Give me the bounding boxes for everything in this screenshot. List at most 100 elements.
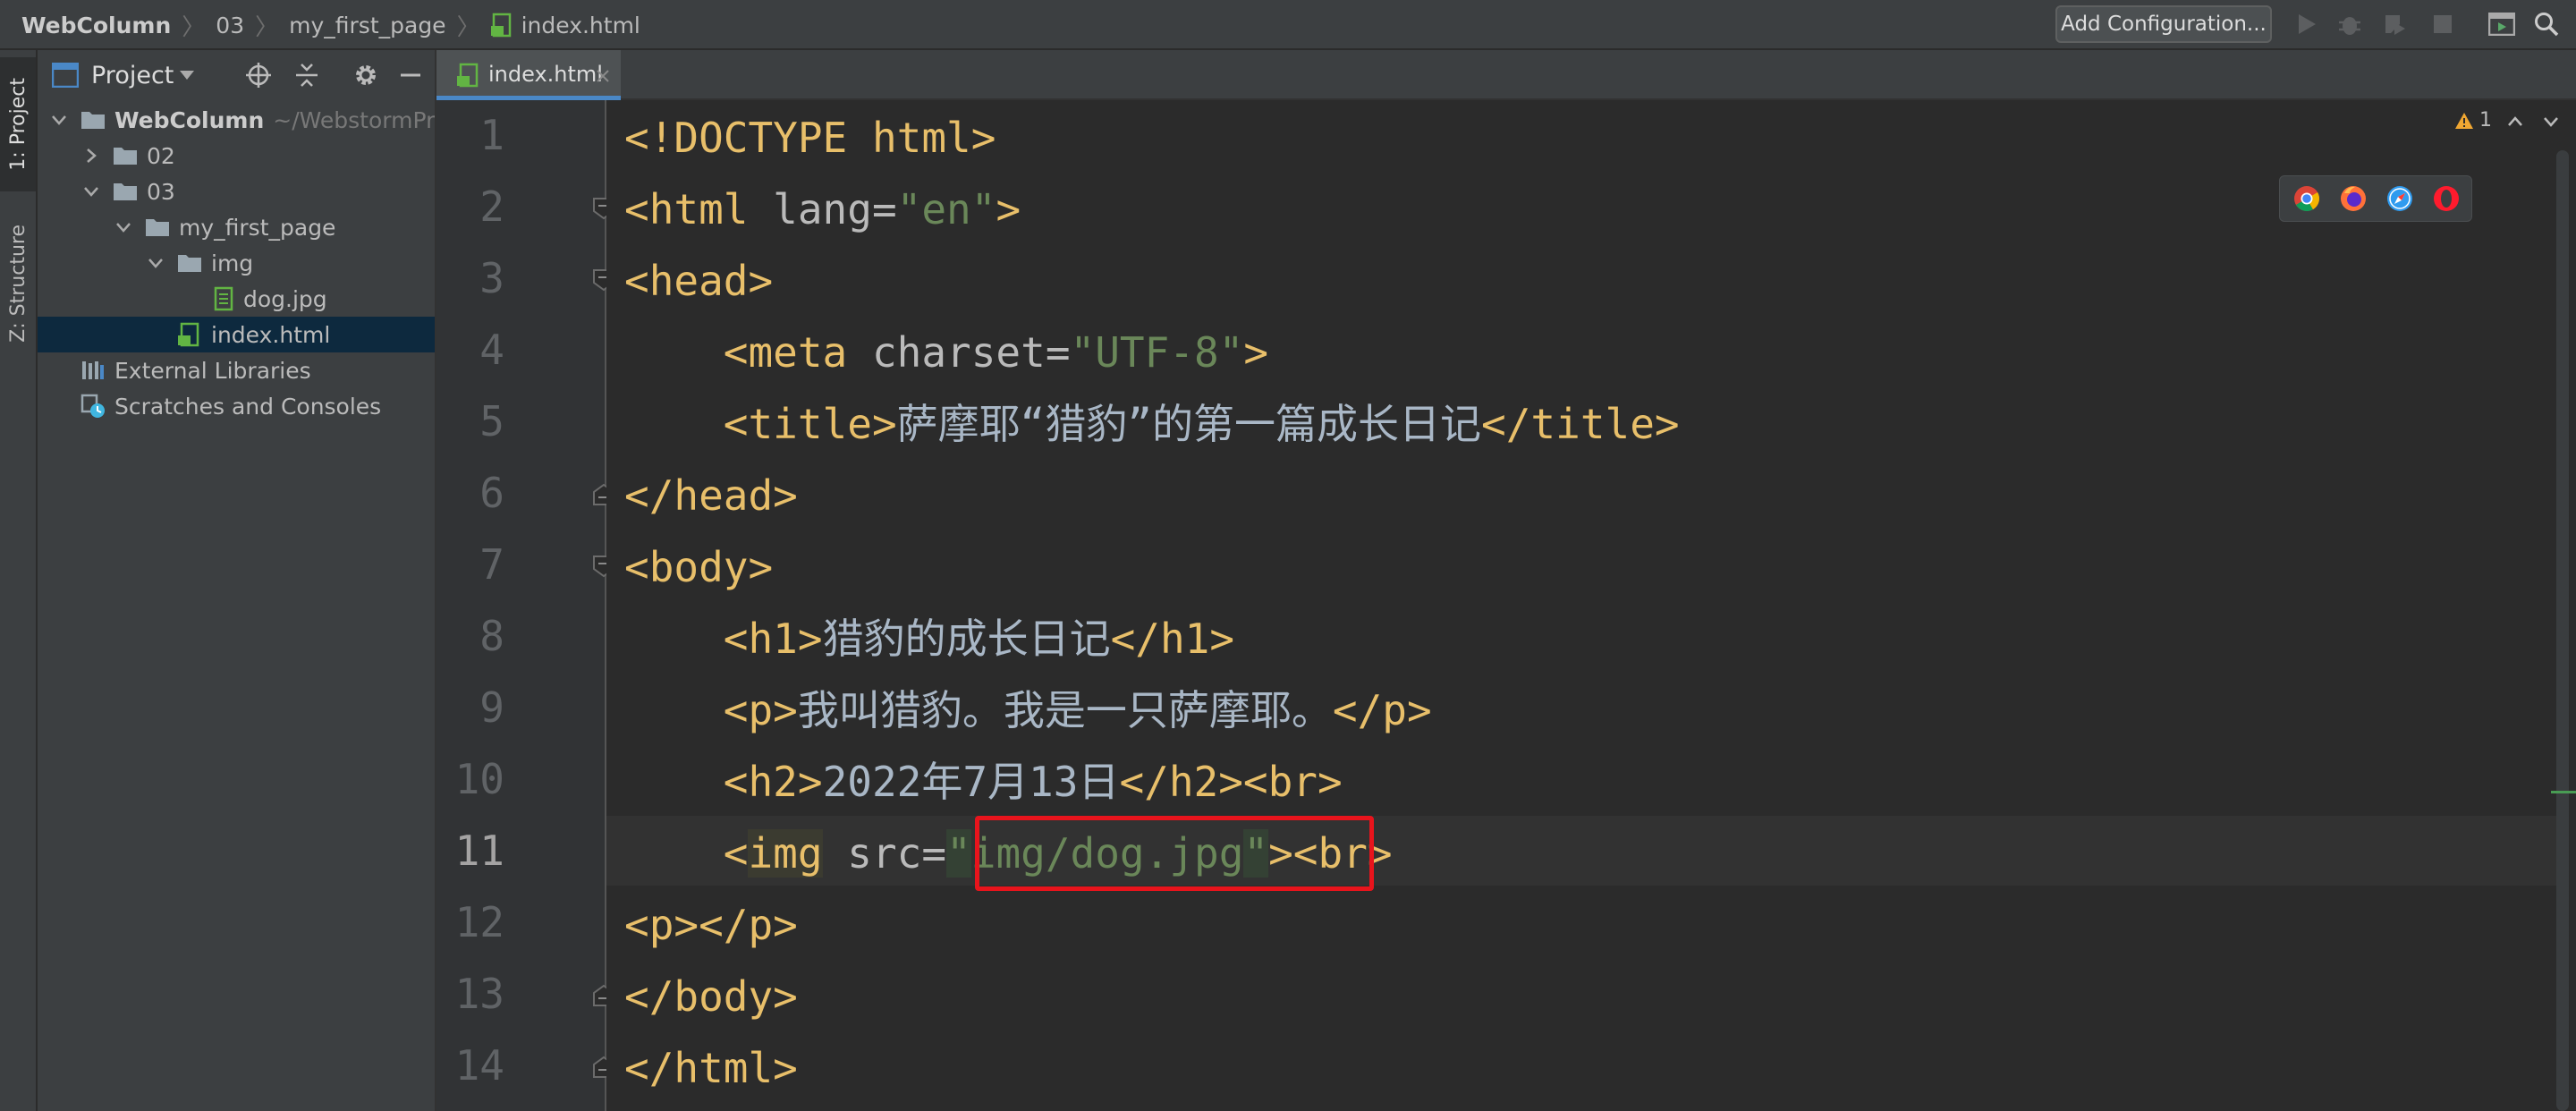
html-file-icon: [457, 63, 479, 88]
line-number: 13: [454, 970, 504, 1018]
code-token: <h2>: [723, 758, 823, 806]
code-token: ": [946, 829, 971, 878]
tree-item-label: my_first_page: [179, 214, 336, 241]
code-token: img: [748, 829, 823, 878]
tree-item-file-dog-jpg[interactable]: dog.jpg: [38, 281, 435, 317]
code-token: </p>: [1332, 686, 1432, 734]
code-token: charset=: [871, 328, 1071, 377]
tool-window-strip: 1: Project Z: Structure: [0, 50, 38, 1111]
tree-item-label: 03: [147, 178, 175, 205]
tab-index-html[interactable]: index.html: [436, 50, 621, 100]
code-token: <!DOCTYPE html>: [624, 114, 996, 162]
search-icon[interactable]: [2531, 9, 2562, 39]
safari-icon[interactable]: [2385, 184, 2414, 213]
root-path: ~/WebstormPro: [273, 106, 436, 133]
line-number: 1: [479, 111, 504, 159]
code-token: <body>: [624, 543, 774, 591]
close-icon[interactable]: [596, 69, 610, 83]
chevron-down-icon[interactable]: [2540, 111, 2562, 132]
tree-item-external-libraries[interactable]: External Libraries: [38, 352, 435, 388]
breadcrumb: WebColumn 〉 03 〉 my_first_page 〉 index.h…: [21, 0, 640, 50]
code-token: <meta: [723, 328, 872, 377]
firefox-icon[interactable]: [2339, 184, 2368, 213]
code-token: <h1>: [723, 615, 823, 663]
chevron-down-icon[interactable]: [82, 182, 100, 200]
run-icon[interactable]: [2292, 9, 2322, 39]
tab-structure-tool-window[interactable]: Z: Structure: [0, 208, 36, 360]
code-token: <title>: [723, 400, 897, 448]
stop-icon[interactable]: [2428, 9, 2458, 39]
locate-file-icon[interactable]: [243, 60, 274, 90]
line-number: 7: [479, 540, 504, 589]
html-file-icon: [178, 322, 199, 347]
line-number: 14: [454, 1041, 504, 1090]
code-token: "en": [896, 185, 996, 233]
chevron-down-icon[interactable]: [147, 254, 165, 272]
code-line: <head>: [624, 245, 773, 317]
project-panel-title[interactable]: Project: [91, 62, 174, 89]
chevron-right-icon[interactable]: [82, 147, 100, 165]
library-icon: [82, 361, 104, 379]
code-token: <p>: [723, 686, 798, 734]
code-token: <p></p>: [624, 901, 798, 949]
code-token: src=: [822, 829, 947, 878]
tree-item-webcolumn[interactable]: WebColumn ~/WebstormPro: [38, 102, 436, 138]
debug-icon[interactable]: [2334, 9, 2365, 39]
collapse-all-icon[interactable]: [292, 60, 322, 90]
inspection-widget[interactable]: 1: [2454, 109, 2492, 131]
code-editor[interactable]: <!DOCTYPE html> <html lang="en"> <head> <m…: [606, 100, 2576, 1111]
code-line: <h1>猎豹的成长日记</h1>: [624, 603, 1234, 674]
line-number: 2: [479, 182, 504, 231]
vertical-scrollbar[interactable]: [2556, 150, 2569, 1111]
code-line: <body>: [624, 531, 773, 603]
code-token: </h1>: [1110, 615, 1235, 663]
tree-item-label: External Libraries: [114, 357, 311, 384]
root-name: WebColumn: [114, 106, 265, 133]
chevron-down-icon[interactable]: [179, 70, 195, 81]
opera-icon[interactable]: [2432, 184, 2461, 213]
tree-item-scratches[interactable]: Scratches and Consoles: [38, 388, 435, 424]
chevron-up-icon[interactable]: [2504, 111, 2526, 132]
code-line: </body>: [624, 961, 798, 1032]
code-token: <: [723, 829, 749, 878]
code-token: </body>: [624, 972, 798, 1021]
tree-item-folder-img[interactable]: img: [38, 245, 435, 281]
chrome-icon[interactable]: [2292, 184, 2321, 213]
tab-project-tool-window[interactable]: 1: Project: [0, 57, 36, 191]
tree-item-label: index.html: [211, 321, 331, 348]
run-anything-icon[interactable]: [2487, 9, 2517, 39]
breadcrumb-file[interactable]: index.html: [490, 12, 640, 38]
line-number: 6: [479, 469, 504, 517]
code-token: <html: [624, 185, 774, 233]
breadcrumb-file-label: index.html: [521, 12, 640, 38]
tree-item-file-index-html[interactable]: index.html: [38, 317, 435, 352]
gear-icon[interactable]: [351, 60, 381, 90]
highlight-box: [975, 816, 1374, 891]
tree-item-label: img: [211, 250, 254, 276]
breadcrumb-project[interactable]: WebColumn: [21, 13, 171, 38]
coverage-icon[interactable]: [2379, 9, 2410, 39]
chevron-down-icon[interactable]: [114, 218, 132, 236]
folder-icon: [114, 183, 137, 200]
tree-item-label: Scratches and Consoles: [114, 393, 382, 420]
code-line: <p></p>: [624, 889, 798, 961]
tree-item-folder-03[interactable]: 03: [38, 174, 435, 209]
code-token: </h2><br>: [1119, 758, 1343, 806]
chevron-right-icon: 〉: [255, 13, 279, 41]
scratches-icon: [80, 394, 105, 418]
line-number: 10: [454, 755, 504, 803]
breadcrumb-folder-03[interactable]: 03: [216, 13, 244, 38]
chevron-down-icon[interactable]: [50, 111, 68, 129]
line-number: 8: [479, 612, 504, 660]
tree-item-folder-my-first-page[interactable]: my_first_page: [38, 209, 435, 245]
tree-item-folder-02[interactable]: 02: [38, 138, 435, 174]
code-token: </html>: [624, 1044, 798, 1092]
line-number: 12: [454, 898, 504, 946]
code-token: 萨摩耶“猎豹”的第一篇成长日记: [896, 400, 1482, 448]
breadcrumb-folder-my-first-page[interactable]: my_first_page: [289, 13, 445, 38]
minimize-icon[interactable]: [395, 60, 426, 90]
add-configuration-button[interactable]: Add Configuration...: [2055, 5, 2272, 43]
